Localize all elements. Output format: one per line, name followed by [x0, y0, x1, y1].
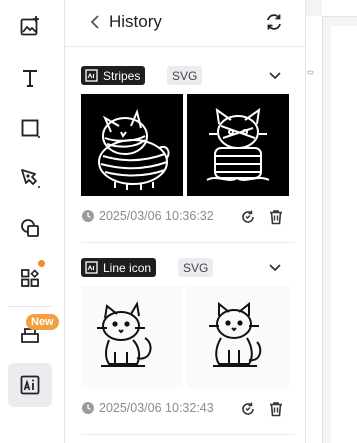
tool-add-image[interactable]	[8, 4, 52, 48]
trash-icon[interactable]	[267, 400, 285, 418]
thumbnail-row	[81, 286, 289, 388]
back-chevron-icon[interactable]	[87, 13, 103, 31]
regenerate-icon[interactable]	[239, 400, 257, 418]
shapes-icon	[21, 219, 39, 237]
apps-icon	[21, 269, 40, 287]
history-card: Stripes SVG 2025/03/06 10:36:32	[81, 66, 295, 225]
tool-ai-image[interactable]	[8, 363, 52, 407]
format-tag: SVG	[167, 66, 203, 85]
rectangle-icon	[21, 119, 40, 138]
timestamp: 2025/03/06 10:32:43	[99, 401, 214, 415]
refresh-icon[interactable]	[264, 12, 284, 32]
trash-icon[interactable]	[267, 208, 285, 226]
thumbnail-image[interactable]	[187, 94, 289, 196]
style-tag-label: Stripes	[103, 68, 141, 83]
pen-icon	[21, 169, 40, 188]
image-add-icon	[20, 16, 39, 36]
style-tag: Line icon	[81, 258, 157, 277]
tool-shapes[interactable]	[8, 206, 52, 250]
clock-icon	[82, 210, 94, 222]
left-toolbar: New	[0, 0, 65, 443]
thumbnail-row	[81, 94, 289, 196]
style-tag: Stripes	[81, 66, 146, 85]
tool-pen[interactable]	[8, 156, 52, 200]
ai-image-tag-icon	[85, 69, 98, 82]
history-card: Line icon SVG 2025/03/06 10:32:43	[81, 258, 295, 417]
panel-title: History	[109, 12, 162, 31]
regenerate-icon[interactable]	[239, 208, 257, 226]
tool-apps[interactable]	[8, 256, 52, 300]
striped-cat-front-image	[206, 107, 270, 181]
tool-rectangle[interactable]	[8, 106, 52, 150]
chevron-down-icon[interactable]	[267, 67, 283, 85]
card-separator	[81, 242, 295, 243]
line-cat-front-image	[209, 301, 262, 367]
notification-dot	[38, 260, 45, 267]
canvas-area[interactable]: 0	[306, 0, 357, 443]
toolbar-divider	[8, 306, 52, 307]
format-tag: SVG	[178, 258, 214, 277]
vertical-ruler: 0	[306, 16, 323, 443]
style-tag-label: Line icon	[103, 260, 152, 275]
ai-image-tag-icon	[85, 261, 98, 274]
card-meta: 2025/03/06 10:36:32	[81, 208, 289, 226]
history-panel: History Stripes SVG 2025/03/06 10:36:32 …	[65, 0, 306, 443]
line-cat-image	[97, 301, 152, 367]
card-meta: 2025/03/06 10:32:43	[81, 400, 289, 418]
horizontal-ruler	[322, 0, 357, 17]
striped-cat-image	[98, 108, 170, 190]
timestamp: 2025/03/06 10:36:32	[99, 209, 214, 223]
canvas-page[interactable]	[331, 26, 357, 443]
tool-text[interactable]	[8, 56, 52, 100]
clock-icon	[82, 402, 94, 414]
card-header: Line icon SVG	[81, 258, 295, 280]
ruler-mark: 0	[305, 70, 315, 75]
thumbnail-image[interactable]	[187, 286, 289, 388]
chevron-down-icon[interactable]	[267, 259, 283, 277]
card-header: Stripes SVG	[81, 66, 295, 88]
thumbnail-image[interactable]	[81, 94, 183, 196]
thumbnail-image[interactable]	[81, 286, 183, 388]
new-badge: New	[26, 314, 59, 330]
panel-header: History	[65, 0, 305, 47]
ai-image-icon	[20, 375, 40, 395]
text-icon	[23, 70, 37, 87]
card-separator	[81, 434, 295, 435]
